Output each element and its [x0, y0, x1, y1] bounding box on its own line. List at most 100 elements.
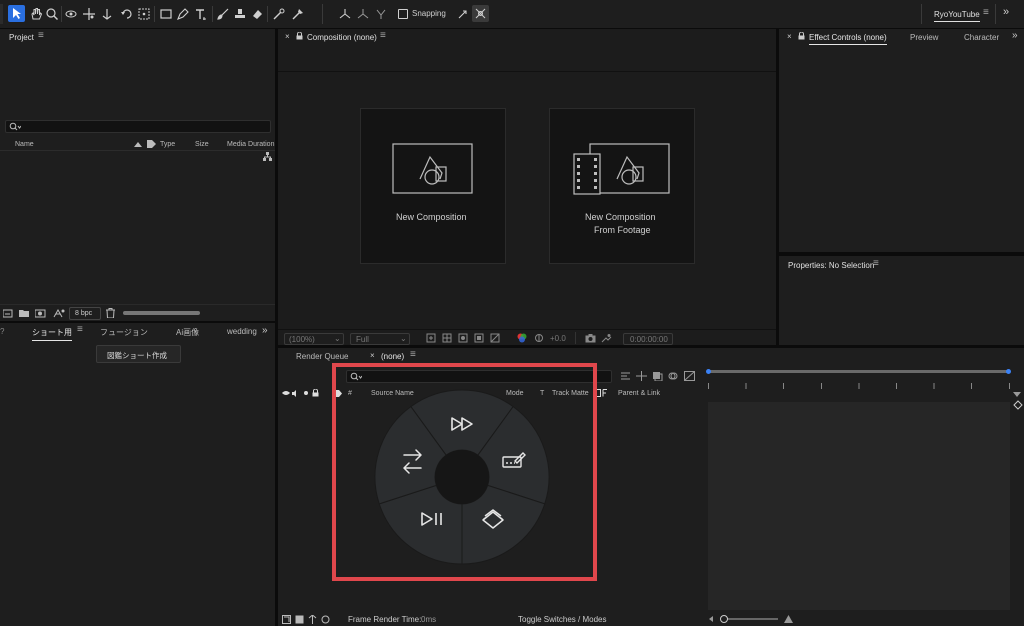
snap-edges-icon[interactable]	[456, 7, 470, 21]
label-tag-icon[interactable]	[147, 140, 156, 148]
world-axis-icon[interactable]	[356, 7, 370, 21]
frame-blending-icon[interactable]	[652, 371, 663, 381]
view-axis-icon[interactable]	[374, 7, 388, 21]
panel-menu-icon[interactable]: ≡	[77, 324, 83, 335]
exposure-value[interactable]: +0.0	[550, 334, 566, 343]
project-settings-icon[interactable]	[53, 308, 65, 318]
new-composition-tile[interactable]: New Composition	[360, 108, 506, 264]
matte-switch-icon[interactable]	[596, 389, 608, 397]
time-zoom-handle[interactable]	[720, 615, 728, 623]
toggle-switches-modes[interactable]: Toggle Switches / Modes	[518, 615, 607, 624]
roto-brush-tool-icon[interactable]	[272, 7, 286, 21]
tab-wedding[interactable]: wedding	[227, 327, 257, 336]
playhead-marker-icon[interactable]	[1013, 400, 1023, 410]
zoom-dropdown[interactable]: (100%) ⌄	[284, 333, 344, 345]
timecode-field[interactable]: 0:00:00:00	[623, 333, 673, 345]
zoom-out-icon[interactable]	[709, 616, 717, 622]
brush-tool-icon[interactable]	[216, 7, 230, 21]
render-icon[interactable]	[282, 615, 291, 624]
clone-stamp-tool-icon[interactable]	[233, 7, 247, 21]
lock-icon[interactable]	[296, 32, 303, 40]
orbit-tool-icon[interactable]	[64, 7, 78, 21]
snapping-checkbox[interactable]	[398, 9, 408, 19]
sort-up-icon[interactable]	[134, 141, 142, 147]
tab-fusion[interactable]: フュージョン	[100, 327, 148, 338]
tab-overflow-left[interactable]: ?	[0, 327, 4, 336]
tab-overflow-icon[interactable]: »	[1012, 30, 1018, 41]
rectangle-tool-icon[interactable]	[159, 7, 173, 21]
zoom-in-icon[interactable]	[784, 615, 793, 623]
shy-layers-icon[interactable]	[636, 371, 647, 381]
time-zoom-slider[interactable]	[722, 618, 778, 620]
guides-icon[interactable]	[474, 333, 484, 343]
column-type[interactable]: Type	[160, 141, 175, 148]
comp-marker-bin-icon[interactable]	[1012, 390, 1022, 400]
tab-character[interactable]: Character	[964, 33, 999, 42]
lock-icon[interactable]	[798, 32, 805, 40]
column-media-duration[interactable]: Media Duration	[227, 141, 274, 148]
eye-icon[interactable]	[282, 390, 290, 396]
properties-title[interactable]: Properties: No Selection	[788, 261, 874, 270]
create-shorts-button[interactable]: 図鑑ショート作成	[96, 345, 181, 363]
thumbnail-slider[interactable]	[123, 311, 200, 315]
tab-ai-images[interactable]: Ai画像	[176, 327, 199, 338]
composition-tab-label[interactable]: Composition (none)	[307, 33, 377, 42]
draft-3d-icon[interactable]	[620, 371, 631, 381]
panel-menu-icon[interactable]: ≡	[410, 349, 416, 360]
rotation-tool-icon[interactable]	[120, 7, 134, 21]
workspace-label[interactable]: RyoYouTube	[934, 10, 980, 22]
mask-visibility-icon[interactable]	[458, 333, 468, 343]
new-folder-icon[interactable]	[19, 309, 30, 318]
work-area-end-handle[interactable]	[1006, 369, 1011, 374]
trash-icon[interactable]	[106, 308, 115, 318]
transparency-grid-icon[interactable]	[442, 333, 452, 343]
pan-behind-tool-icon[interactable]	[137, 7, 151, 21]
eraser-tool-icon[interactable]	[250, 7, 264, 21]
new-composition-from-footage-tile[interactable]: New Composition From Footage	[549, 108, 695, 264]
show-snapshot-icon[interactable]	[601, 333, 612, 343]
pan-tool-icon[interactable]	[82, 7, 96, 21]
dolly-tool-icon[interactable]	[100, 7, 114, 21]
camera-snapshot-icon[interactable]	[585, 333, 596, 343]
expand-time-pane-icon[interactable]	[321, 615, 330, 624]
selection-tool-button[interactable]	[8, 5, 25, 22]
panel-menu-icon[interactable]: ≡	[873, 258, 879, 269]
local-axis-icon[interactable]	[338, 7, 352, 21]
column-size[interactable]: Size	[195, 141, 209, 148]
tab-overflow-icon[interactable]: »	[262, 325, 268, 336]
workspace-menu-icon[interactable]: ≡	[983, 7, 989, 18]
expand-transfer-controls-icon[interactable]	[308, 615, 317, 624]
graph-editor-icon[interactable]	[684, 371, 695, 381]
puppet-tool-icon[interactable]	[291, 7, 305, 21]
new-composition-icon[interactable]	[35, 309, 46, 318]
flowchart-icon[interactable]	[263, 152, 272, 161]
tab-render-queue[interactable]: Render Queue	[296, 352, 348, 361]
project-panel-title[interactable]: Project	[9, 33, 34, 42]
work-area-bar[interactable]	[708, 370, 1010, 373]
bpc-button[interactable]: 8 bpc	[69, 307, 101, 320]
pen-tool-icon[interactable]	[176, 7, 190, 21]
panel-menu-icon[interactable]: ≡	[380, 30, 386, 41]
panel-menu-icon[interactable]: ≡	[38, 30, 44, 41]
solo-dot-icon[interactable]	[304, 391, 308, 395]
type-tool-icon[interactable]	[194, 7, 208, 21]
close-tab-icon[interactable]: ×	[370, 351, 375, 360]
hand-tool-icon[interactable]	[29, 7, 43, 21]
zoom-tool-icon[interactable]	[45, 7, 59, 21]
snapshot-compare-icon[interactable]	[490, 333, 500, 343]
color-channels-icon[interactable]	[516, 332, 528, 344]
close-tab-icon[interactable]: ×	[285, 32, 290, 41]
tab-effect-controls[interactable]: Effect Controls (none)	[809, 33, 887, 45]
tab-preview[interactable]: Preview	[910, 33, 938, 42]
resolution-dropdown[interactable]: Full ⌄	[350, 333, 410, 345]
region-of-interest-icon[interactable]	[426, 333, 436, 343]
color-management-icon[interactable]	[534, 333, 544, 343]
close-tab-icon[interactable]: ×	[787, 32, 792, 41]
workspace-overflow-icon[interactable]: »	[1003, 6, 1009, 18]
speaker-icon[interactable]	[292, 390, 299, 397]
column-parent-link[interactable]: Parent & Link	[618, 390, 660, 397]
lock-icon[interactable]	[312, 389, 319, 397]
column-name[interactable]: Name	[15, 141, 34, 148]
expand-layer-switches-icon[interactable]	[295, 615, 304, 624]
tab-shorts[interactable]: ショート用	[32, 327, 72, 341]
